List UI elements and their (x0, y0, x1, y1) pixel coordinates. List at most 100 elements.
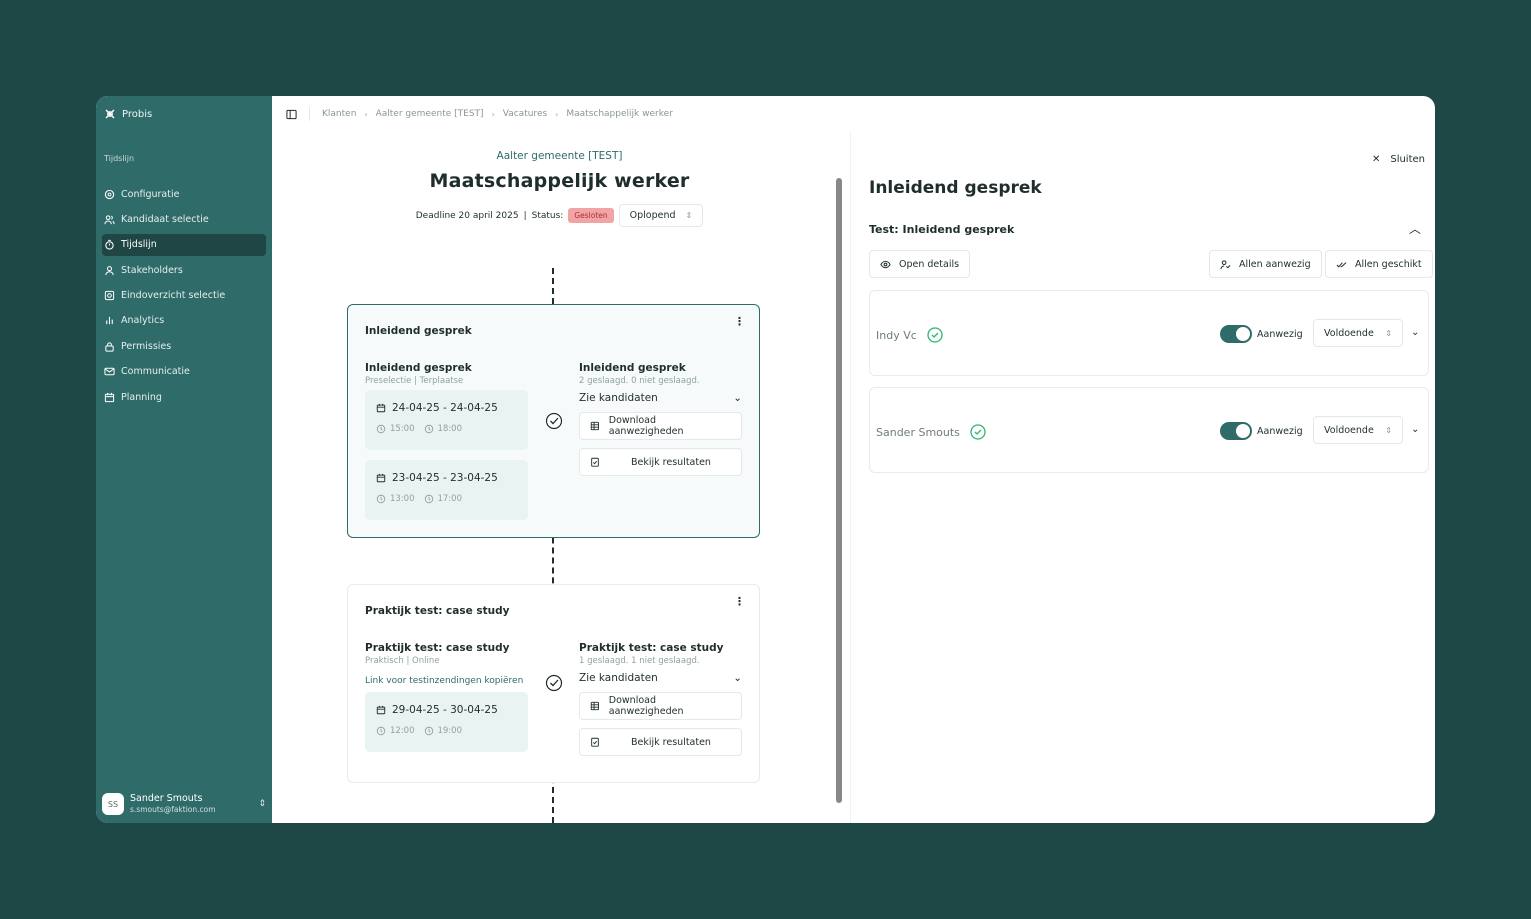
all-present-label: Allen aanwezig (1239, 258, 1311, 270)
sidebar-item-stakeholders[interactable]: Stakeholders (102, 259, 266, 281)
sidebar-item-label: Configuratie (121, 188, 180, 200)
bar-chart-icon (106, 317, 113, 325)
present-label: Aanwezig (1257, 329, 1303, 340)
download-attendance-button[interactable]: Download aanwezigheden (579, 412, 742, 440)
chevron-up-down-icon: ⇕ (1385, 425, 1392, 435)
view-results-button[interactable]: Bekijk resultaten (579, 728, 742, 756)
check-circle-icon (545, 674, 563, 692)
page-title: Maatschappelijk werker (429, 170, 690, 192)
breadcrumb-klanten[interactable]: Klanten (322, 109, 356, 119)
divider (309, 107, 310, 121)
card-title: Inleidend gesprek (365, 325, 472, 337)
step-type: Praktisch | Online (365, 656, 440, 666)
sidebar-item-kandidaat-selectie[interactable]: Kandidaat selectie (102, 208, 266, 230)
step-title: Praktijk test: case study (579, 642, 724, 654)
step-title: Praktijk test: case study (365, 642, 510, 654)
results-summary: 1 geslaagd. 1 niet geslaagd. (579, 656, 700, 666)
breadcrumb-current: Maatschappelijk werker (566, 109, 673, 119)
sidebar-item-eindoverzicht-selectie[interactable]: Eindoverzicht selectie (102, 285, 266, 307)
job-meta: Deadline 20 april 2025 | Status: Geslote… (272, 204, 847, 227)
chevron-up-down-icon: ⇕ (1385, 328, 1392, 338)
breadcrumb-organization[interactable]: Aalter gemeente [TEST] (376, 109, 484, 119)
panel-title: Inleidend gesprek (869, 178, 1042, 198)
clipboard-check-icon (591, 457, 599, 467)
sidebar-item-tijdslijn[interactable]: Tijdslijn (102, 233, 266, 256)
results-summary: 2 geslaagd. 0 niet geslaagd. (579, 376, 700, 386)
all-suitable-label: Allen geschikt (1355, 258, 1422, 270)
sidebar-item-analytics[interactable]: Analytics (102, 310, 266, 332)
clock-icon (424, 494, 433, 504)
meta-separator: | (523, 210, 527, 221)
see-candidates-toggle[interactable]: Zie kandidaten ⌄ (579, 672, 742, 684)
table-icon (590, 701, 600, 711)
all-present-button[interactable]: Allen aanwezig (1209, 250, 1322, 278)
user-check-icon (1220, 259, 1231, 269)
sidebar-item-configuratie[interactable]: Configuratie (102, 183, 266, 205)
step-type: Preselectie | Terplaatse (365, 376, 464, 386)
chevron-down-icon[interactable]: ⌄ (1411, 327, 1419, 338)
breadcrumb-vacatures[interactable]: Vacatures (503, 109, 547, 119)
view-results-button[interactable]: Bekijk resultaten (579, 448, 742, 476)
result-select[interactable]: Voldoende ⇕ (1313, 416, 1403, 444)
more-options-icon[interactable]: ⋮ (734, 315, 745, 328)
order-select[interactable]: Oplopend ⇕ (618, 204, 704, 227)
end-time: 18:00 (437, 424, 463, 434)
date-slot: 23-04-25 - 23-04-25 13:00 17:00 (365, 460, 528, 520)
chevron-down-icon: ⌄ (733, 392, 742, 404)
all-suitable-button[interactable]: Allen geschikt (1325, 250, 1433, 278)
mail-icon (104, 368, 115, 376)
start-time: 12:00 (390, 726, 415, 736)
sidebar-item-label: Kandidaat selectie (121, 213, 209, 225)
sidebar: Probis Tijdslijn Configuratie Kandidaat … (96, 96, 272, 823)
overview-icon (104, 290, 115, 301)
users-icon (104, 215, 115, 225)
copy-submission-link[interactable]: Link voor testinzendingen kopiëren (365, 676, 528, 686)
timeline-panel: Aalter gemeente [TEST] Maatschappelijk w… (272, 132, 847, 823)
chevron-up-icon[interactable]: ︿ (1409, 220, 1421, 237)
present-toggle[interactable] (1220, 422, 1252, 440)
clock-icon (424, 424, 433, 434)
calendar-icon (104, 392, 115, 402)
close-button[interactable]: ✕ Sluiten (1372, 154, 1425, 165)
present-toggle[interactable] (1220, 325, 1252, 343)
user-menu[interactable]: SS Sander Smouts s.smouts@faktion.com ⇕ (102, 793, 266, 815)
card-title: Praktijk test: case study (365, 605, 510, 617)
download-attendance-button[interactable]: Download aanwezigheden (579, 692, 742, 720)
chevron-right-icon: › (491, 109, 495, 119)
chevron-down-icon[interactable]: ⌄ (1411, 424, 1419, 435)
start-time: 13:00 (390, 494, 415, 504)
calendar-icon (376, 705, 386, 715)
participant-card: Sander Smouts Aanwezig Voldoende ⇕ ⌄ (869, 387, 1429, 473)
sidebar-item-communicatie[interactable]: Communicatie (102, 361, 266, 383)
check-circle-icon (927, 327, 943, 343)
sidebar-item-planning[interactable]: Planning (102, 386, 266, 408)
open-details-button[interactable]: Open details (869, 250, 971, 278)
clock-icon (376, 494, 386, 504)
order-value: Oplopend (629, 210, 676, 221)
card-left-column: Inleidend gesprek Preselectie | Terplaat… (365, 362, 528, 520)
brand[interactable]: Probis (96, 96, 272, 132)
avatar: SS (102, 793, 124, 815)
card-right-column: Inleidend gesprek 2 geslaagd. 0 niet ges… (579, 362, 742, 476)
step-title: Inleidend gesprek (579, 362, 686, 374)
result-select[interactable]: Voldoende ⇕ (1313, 319, 1403, 347)
sidebar-item-label: Communicatie (121, 366, 190, 378)
date-slot: 24-04-25 - 24-04-25 15:00 18:00 (365, 390, 528, 450)
table-icon (590, 421, 600, 431)
card-right-column: Praktijk test: case study 1 geslaagd. 1 … (579, 642, 742, 756)
participant-name: Sander Smouts (876, 425, 960, 439)
download-label: Download aanwezigheden (608, 695, 684, 717)
brand-name: Probis (122, 108, 153, 120)
sidebar-toggle-icon[interactable] (286, 109, 297, 120)
step-title: Inleidend gesprek (365, 362, 472, 374)
sidebar-item-permissies[interactable]: Permissies (102, 335, 266, 357)
status-label: Status: (531, 210, 564, 221)
check-circle-icon (545, 412, 563, 430)
more-options-icon[interactable]: ⋮ (734, 595, 745, 608)
see-candidates-toggle[interactable]: Zie kandidaten ⌄ (579, 392, 742, 404)
scrollbar[interactable] (836, 178, 842, 803)
status-badge: Gesloten (568, 208, 614, 223)
clock-icon (376, 726, 386, 736)
results-label: Bekijk resultaten (631, 736, 711, 748)
section-label: Tijdslijn (104, 154, 135, 163)
